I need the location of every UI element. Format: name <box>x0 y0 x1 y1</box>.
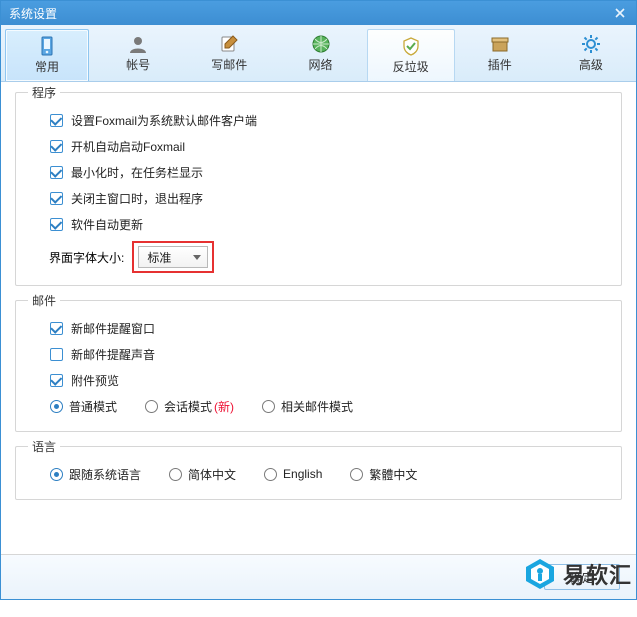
checkbox-label: 新邮件提醒声音 <box>71 346 155 363</box>
tab-label: 帐号 <box>126 56 150 73</box>
radio-lang-zhtw[interactable]: 繁體中文 <box>350 466 417 483</box>
tab-label: 常用 <box>35 58 59 75</box>
globe-icon <box>311 34 331 54</box>
group-program: 程序 设置Foxmail为系统默认邮件客户端 开机自动启动Foxmail 最小化… <box>15 92 622 286</box>
tab-general[interactable]: 常用 <box>5 29 89 81</box>
checkbox-label: 设置Foxmail为系统默认邮件客户端 <box>71 112 257 129</box>
window-title: 系统设置 <box>9 5 57 22</box>
radio-icon <box>262 400 275 413</box>
phone-icon <box>37 36 57 56</box>
tab-plugin[interactable]: 插件 <box>455 25 546 81</box>
dropdown-value: 标准 <box>147 249 171 266</box>
radio-label: 普通模式 <box>69 398 117 415</box>
shield-icon <box>401 36 421 56</box>
radio-label: English <box>283 467 322 481</box>
checkbox-minimize-tray[interactable] <box>50 166 63 179</box>
radio-icon <box>169 468 182 481</box>
radio-icon <box>50 468 63 481</box>
group-title: 邮件 <box>28 292 60 309</box>
checkbox-label: 新邮件提醒窗口 <box>71 320 155 337</box>
radio-lang-en[interactable]: English <box>264 467 322 481</box>
radio-icon <box>264 468 277 481</box>
checkbox-attachment-preview[interactable] <box>50 374 63 387</box>
compose-icon <box>219 34 239 54</box>
checkbox-label: 附件预览 <box>71 372 119 389</box>
checkbox-autostart[interactable] <box>50 140 63 153</box>
tab-advanced[interactable]: 高级 <box>546 25 636 81</box>
checkbox-label: 关闭主窗口时，退出程序 <box>71 190 203 207</box>
radio-label: 简体中文 <box>188 466 236 483</box>
settings-body: 程序 设置Foxmail为系统默认邮件客户端 开机自动启动Foxmail 最小化… <box>1 82 636 554</box>
tab-label: 网络 <box>309 56 333 73</box>
footer: 确定 易软汇 <box>1 554 636 599</box>
group-title: 程序 <box>28 84 60 101</box>
tab-network[interactable]: 网络 <box>275 25 366 81</box>
tab-label: 写邮件 <box>211 56 247 73</box>
settings-window: 系统设置 常用 帐号 写邮件 网络 <box>0 0 637 600</box>
radio-mode-normal[interactable]: 普通模式 <box>50 398 117 415</box>
checkbox-label: 软件自动更新 <box>71 216 143 233</box>
group-title: 语言 <box>28 438 60 455</box>
tab-antispam[interactable]: 反垃圾 <box>367 29 455 81</box>
ok-button[interactable]: 确定 <box>544 564 620 590</box>
close-icon[interactable] <box>610 4 630 22</box>
radio-icon <box>350 468 363 481</box>
font-size-label: 界面字体大小: <box>49 249 124 266</box>
radio-label: 跟随系统语言 <box>69 466 141 483</box>
button-label: 确定 <box>570 569 594 586</box>
radio-icon <box>50 400 63 413</box>
highlight-box: 标准 <box>132 241 214 273</box>
chevron-down-icon <box>193 255 201 260</box>
gear-icon <box>581 34 601 54</box>
titlebar: 系统设置 <box>1 1 636 25</box>
tab-label: 高级 <box>579 56 603 73</box>
checkbox-label: 最小化时，在任务栏显示 <box>71 164 203 181</box>
user-icon <box>128 34 148 54</box>
radio-mode-conversation[interactable]: 会话模式(新) <box>145 398 234 415</box>
radio-label: 繁體中文 <box>369 466 417 483</box>
radio-label: 相关邮件模式 <box>281 398 353 415</box>
checkbox-new-mail-sound[interactable] <box>50 348 63 361</box>
radio-icon <box>145 400 158 413</box>
radio-label: 会话模式 <box>164 398 212 415</box>
new-tag: (新) <box>214 398 234 415</box>
checkbox-default-client[interactable] <box>50 114 63 127</box>
checkbox-new-mail-popup[interactable] <box>50 322 63 335</box>
tab-label: 反垃圾 <box>393 58 429 75</box>
font-size-dropdown[interactable]: 标准 <box>138 246 208 268</box>
checkbox-auto-update[interactable] <box>50 218 63 231</box>
checkbox-exit-on-close[interactable] <box>50 192 63 205</box>
tab-label: 插件 <box>488 56 512 73</box>
toolbar: 常用 帐号 写邮件 网络 反垃圾 <box>1 25 636 82</box>
radio-lang-zhcn[interactable]: 简体中文 <box>169 466 236 483</box>
tab-account[interactable]: 帐号 <box>93 25 184 81</box>
checkbox-label: 开机自动启动Foxmail <box>71 138 185 155</box>
radio-lang-system[interactable]: 跟随系统语言 <box>50 466 141 483</box>
box-icon <box>490 34 510 54</box>
tab-compose[interactable]: 写邮件 <box>184 25 275 81</box>
group-language: 语言 跟随系统语言 简体中文 English 繁體中文 <box>15 446 622 500</box>
group-mail: 邮件 新邮件提醒窗口 新邮件提醒声音 附件预览 普通模式 会话模式(新) 相关邮… <box>15 300 622 432</box>
radio-mode-related[interactable]: 相关邮件模式 <box>262 398 353 415</box>
